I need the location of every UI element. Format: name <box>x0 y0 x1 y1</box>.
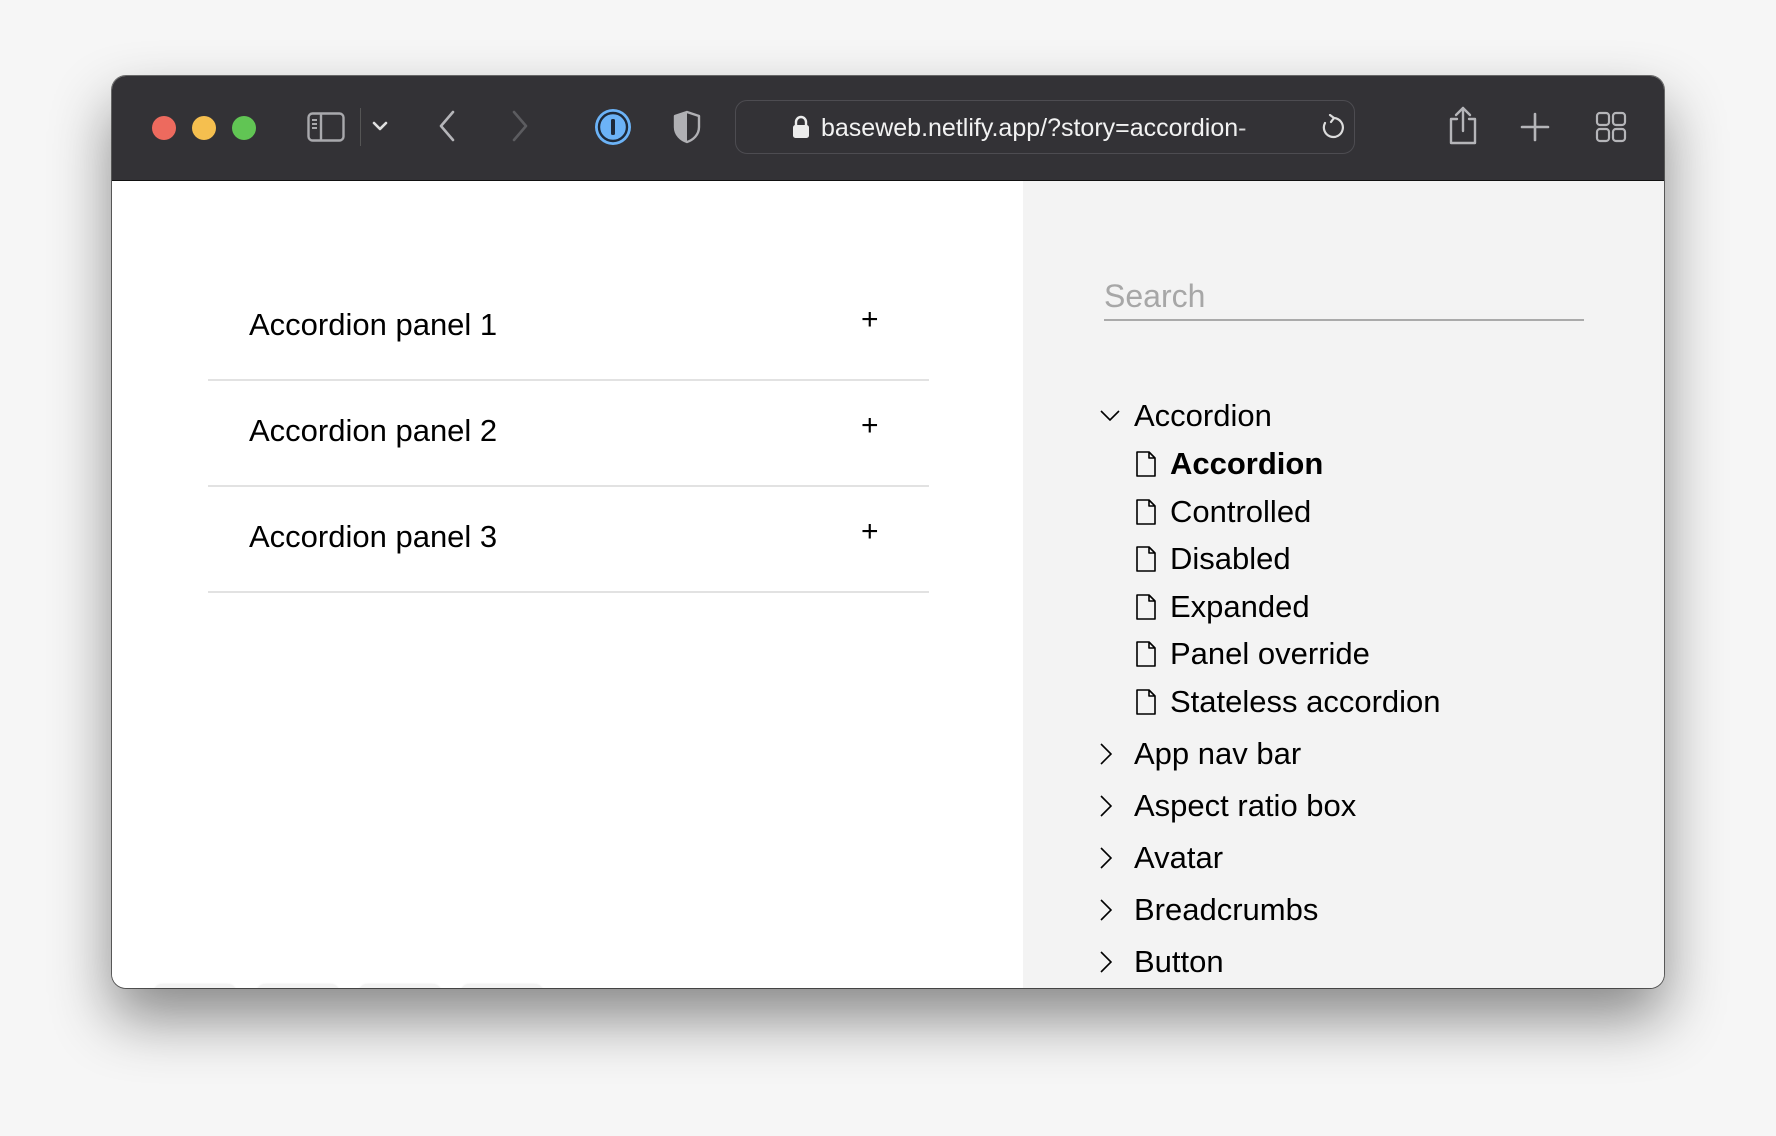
shield-icon <box>673 110 701 144</box>
sidebar-icon <box>307 112 345 142</box>
document-icon <box>1136 641 1170 667</box>
tree-story-label: Controlled <box>1170 494 1312 529</box>
browser-toolbar: baseweb.netlify.app/?story=accordion- <box>112 76 1664 181</box>
stories-sidebar: Accordion Accordion Controlled Disabled <box>1023 181 1664 988</box>
grid-icon <box>1595 111 1627 143</box>
tree-group-item[interactable]: Button <box>1100 940 1224 984</box>
url-text[interactable]: baseweb.netlify.app/?story=accordion- <box>821 114 1291 143</box>
reload-button[interactable] <box>1319 113 1345 140</box>
toolbar-separator <box>360 108 361 146</box>
document-icon <box>1136 451 1170 477</box>
document-icon <box>1136 689 1170 715</box>
accordion-panel-title: Accordion panel 1 <box>249 307 498 342</box>
tree-story-item[interactable]: Panel override <box>1136 632 1370 676</box>
document-icon <box>1136 499 1170 525</box>
chevron-right-icon <box>512 110 528 142</box>
expand-plus-icon: + <box>861 515 879 548</box>
sidebar-toggle-button[interactable] <box>306 109 346 145</box>
page-content: Accordion panel 1 + Accordion panel 2 + … <box>112 181 1664 988</box>
chevron-down-icon <box>1100 410 1134 422</box>
chevron-right-icon <box>1100 743 1134 765</box>
tree-story-label: Panel override <box>1170 636 1370 671</box>
theme-toggle-button[interactable] <box>154 984 236 988</box>
accordion-panel-title: Accordion panel 3 <box>249 519 498 554</box>
document-icon <box>1136 594 1170 620</box>
tree-story-label: Disabled <box>1170 541 1291 576</box>
address-bar[interactable]: baseweb.netlify.app/?story=accordion- <box>735 100 1355 154</box>
search-input[interactable] <box>1104 273 1584 321</box>
rtl-toggle-button[interactable] <box>359 984 441 988</box>
tree-group-label: App nav bar <box>1134 736 1302 771</box>
chevron-right-icon <box>1100 847 1134 869</box>
back-button[interactable] <box>432 108 462 144</box>
tree-group-label: Accordion <box>1134 398 1272 433</box>
tree-story-label: Accordion <box>1170 446 1324 481</box>
tree-story-item[interactable]: Disabled <box>1136 537 1291 581</box>
share-icon <box>1449 106 1477 145</box>
reload-icon <box>1322 113 1344 139</box>
story-preview: Accordion panel 1 + Accordion panel 2 + … <box>112 181 1023 988</box>
browser-window: baseweb.netlify.app/?story=accordion- Ac… <box>112 76 1664 988</box>
tree-story-label: Expanded <box>1170 589 1310 624</box>
accordion-panel[interactable]: Accordion panel 3 + <box>208 487 929 593</box>
accordion-panel-title: Accordion panel 2 <box>249 413 498 448</box>
share-button[interactable] <box>1445 103 1481 147</box>
fullscreen-button[interactable] <box>257 984 339 988</box>
chevron-down-icon <box>372 121 388 131</box>
privacy-report-button[interactable] <box>672 107 702 147</box>
lock-icon <box>793 115 809 138</box>
tab-overview-button[interactable] <box>1594 110 1628 144</box>
tree-story-item[interactable]: Accordion <box>1136 442 1323 486</box>
tree-group-label: Avatar <box>1134 840 1224 875</box>
tree-story-item[interactable]: Stateless accordion <box>1136 680 1441 724</box>
chevron-right-icon <box>1100 795 1134 817</box>
tree-group-accordion[interactable]: Accordion <box>1100 394 1272 438</box>
tree-group-item[interactable]: Breadcrumbs <box>1100 888 1318 932</box>
tree-group-label: Button <box>1134 944 1224 979</box>
expand-plus-icon: + <box>861 303 879 336</box>
tree-group-label: Aspect ratio box <box>1134 788 1357 823</box>
expand-plus-icon: + <box>861 409 879 442</box>
chevron-right-icon <box>1100 951 1134 973</box>
accordion-panel[interactable]: Accordion panel 2 + <box>208 381 929 487</box>
tree-story-item[interactable]: Controlled <box>1136 490 1311 534</box>
tree-group-label: Breadcrumbs <box>1134 892 1319 927</box>
plus-icon <box>1520 112 1550 142</box>
zoom-window-button[interactable] <box>232 116 256 140</box>
tree-story-item[interactable]: Expanded <box>1136 585 1310 629</box>
chevron-right-icon <box>1100 899 1134 921</box>
minimize-window-button[interactable] <box>192 116 216 140</box>
chevron-left-icon <box>439 110 455 142</box>
tree-story-label: Stateless accordion <box>1170 684 1441 719</box>
accordion-panel[interactable]: Accordion panel 1 + <box>208 275 929 381</box>
tab-menu-button[interactable] <box>370 116 390 136</box>
1password-icon <box>595 109 631 145</box>
tree-group-item[interactable]: Avatar <box>1100 836 1223 880</box>
tree-group-item[interactable]: App nav bar <box>1100 732 1301 776</box>
document-icon <box>1136 546 1170 572</box>
ladle-button[interactable] <box>461 984 543 988</box>
close-window-button[interactable] <box>152 116 176 140</box>
password-manager-button[interactable] <box>593 107 633 147</box>
tree-group-item[interactable]: Aspect ratio box <box>1100 784 1356 828</box>
forward-button[interactable] <box>505 108 535 144</box>
new-tab-button[interactable] <box>1518 110 1552 144</box>
